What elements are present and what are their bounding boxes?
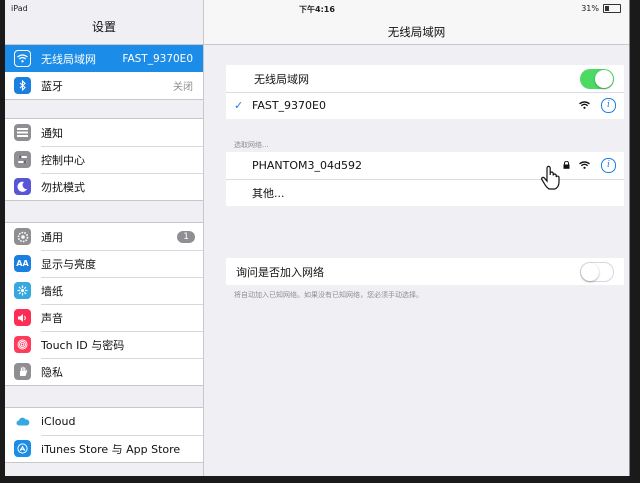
- wifi-toggle-label: 无线局域网: [254, 72, 309, 86]
- status-bar: iPad 下午4:16 31%: [5, 0, 629, 16]
- sidebar-item-notifications[interactable]: 通知: [5, 119, 203, 146]
- status-right: 31%: [581, 4, 621, 13]
- ask-to-join-switch[interactable]: [580, 261, 614, 282]
- update-badge: 1: [177, 230, 195, 243]
- sidebar-item-bluetooth[interactable]: 蓝牙 关闭: [5, 72, 203, 99]
- sidebar-item-label: 声音: [41, 311, 63, 325]
- status-time: 下午4:16: [299, 5, 335, 14]
- sidebar-item-label: 通知: [41, 126, 63, 140]
- sidebar-item-label: Touch ID 与密码: [41, 338, 125, 352]
- wifi-detail-pane: 无线局域网 无线局域网 ✓ FAST_9370E0 i 选取网络... PHAN…: [204, 0, 629, 476]
- sidebar-item-label: 通用: [41, 230, 63, 244]
- sidebar-item-general[interactable]: 通用 1: [5, 223, 203, 250]
- do-not-disturb-icon: [14, 178, 31, 195]
- lock-icon: [563, 160, 570, 171]
- connected-network-row[interactable]: ✓ FAST_9370E0 i: [226, 92, 624, 119]
- battery-percent: 31%: [581, 4, 599, 13]
- wallpaper-icon: [14, 282, 31, 299]
- sidebar-item-label: 隐私: [41, 365, 63, 379]
- icloud-icon: [14, 413, 31, 430]
- sidebar-item-label: 墙纸: [41, 284, 63, 298]
- sidebar-item-label: 蓝牙: [41, 79, 63, 93]
- connected-network-name: FAST_9370E0: [252, 99, 326, 112]
- wifi-signal-icon: [579, 159, 590, 172]
- sidebar-group-notifications: 通知 控制中心 勿扰模式: [5, 118, 203, 201]
- ask-to-join-card: 询问是否加入网络: [226, 258, 624, 285]
- detail-title: 无线局域网: [387, 25, 446, 39]
- sidebar-item-sounds[interactable]: 声音: [5, 304, 203, 331]
- ask-to-join-note: 将自动加入已知网络。如果没有已知网络，您必须手动选择。: [234, 291, 423, 299]
- sidebar-item-label: 显示与亮度: [41, 257, 96, 271]
- itunes-store-icon: [14, 440, 31, 457]
- checkmark-icon: ✓: [234, 99, 244, 112]
- toggle-knob: [595, 69, 613, 88]
- sidebar-group-accounts: iCloud iTunes Store 与 App Store: [5, 407, 203, 463]
- ask-to-join-row: 询问是否加入网络: [226, 258, 624, 285]
- ask-to-join-label: 询问是否加入网络: [236, 265, 324, 279]
- network-list-card: PHANTOM3_04d592 i 其他...: [226, 152, 624, 206]
- sidebar-item-label: 控制中心: [41, 153, 85, 167]
- wifi-settings-card: 无线局域网 ✓ FAST_9370E0 i: [226, 65, 624, 119]
- sidebar-item-display-brightness[interactable]: AA 显示与亮度: [5, 250, 203, 277]
- wifi-signal-icon: [579, 99, 590, 112]
- settings-sidebar: 设置 无线局域网 FAST_9370E0 蓝牙 关闭 通知 控制中心 勿扰模式 …: [5, 0, 204, 476]
- hand-cursor-icon: [540, 165, 562, 195]
- sidebar-group-general: 通用 1 AA 显示与亮度 墙纸 声音 Touch ID 与密码 隐私: [5, 222, 203, 386]
- sidebar-item-icloud[interactable]: iCloud: [5, 408, 203, 435]
- sidebar-item-label: 无线局域网: [41, 52, 96, 66]
- bluetooth-icon: [14, 77, 31, 94]
- sidebar-item-label: iTunes Store 与 App Store: [41, 442, 181, 456]
- sidebar-item-privacy[interactable]: 隐私: [5, 358, 203, 385]
- sidebar-item-touch-id[interactable]: Touch ID 与密码: [5, 331, 203, 358]
- touch-id-icon: [14, 336, 31, 353]
- sidebar-title: 设置: [91, 20, 116, 34]
- display-brightness-icon: AA: [14, 255, 31, 272]
- notifications-icon: [14, 124, 31, 141]
- info-icon[interactable]: i: [601, 98, 616, 113]
- wifi-toggle-switch[interactable]: [580, 68, 614, 89]
- sidebar-item-label: iCloud: [41, 415, 76, 428]
- sidebar-item-wifi[interactable]: 无线局域网 FAST_9370E0: [5, 45, 203, 72]
- sidebar-item-itunes-app-store[interactable]: iTunes Store 与 App Store: [5, 435, 203, 462]
- choose-network-label: 选取网络...: [234, 141, 269, 149]
- network-name: PHANTOM3_04d592: [252, 159, 362, 172]
- wifi-icon: [14, 50, 31, 67]
- toggle-knob: [581, 262, 599, 281]
- wifi-toggle-row: 无线局域网: [226, 65, 624, 92]
- battery-level-fill: [605, 6, 609, 11]
- control-center-icon: [14, 151, 31, 168]
- info-icon[interactable]: i: [601, 158, 616, 173]
- sidebar-item-wallpaper[interactable]: 墙纸: [5, 277, 203, 304]
- general-icon: [14, 228, 31, 245]
- sidebar-item-value: 关闭: [173, 82, 193, 93]
- privacy-icon: [14, 363, 31, 380]
- other-network-label: 其他...: [252, 186, 285, 200]
- other-network-row[interactable]: 其他...: [226, 179, 624, 206]
- sounds-icon: [14, 309, 31, 326]
- network-row[interactable]: PHANTOM3_04d592 i: [226, 152, 624, 179]
- battery-icon: [603, 4, 621, 13]
- sidebar-item-control-center[interactable]: 控制中心: [5, 146, 203, 173]
- sidebar-item-label: 勿扰模式: [41, 180, 85, 194]
- sidebar-group-connectivity: 无线局域网 FAST_9370E0 蓝牙 关闭: [5, 44, 203, 100]
- sidebar-item-do-not-disturb[interactable]: 勿扰模式: [5, 173, 203, 200]
- sidebar-item-value: FAST_9370E0: [122, 52, 193, 65]
- ipad-screen: 设置 无线局域网 FAST_9370E0 蓝牙 关闭 通知 控制中心 勿扰模式 …: [5, 0, 630, 476]
